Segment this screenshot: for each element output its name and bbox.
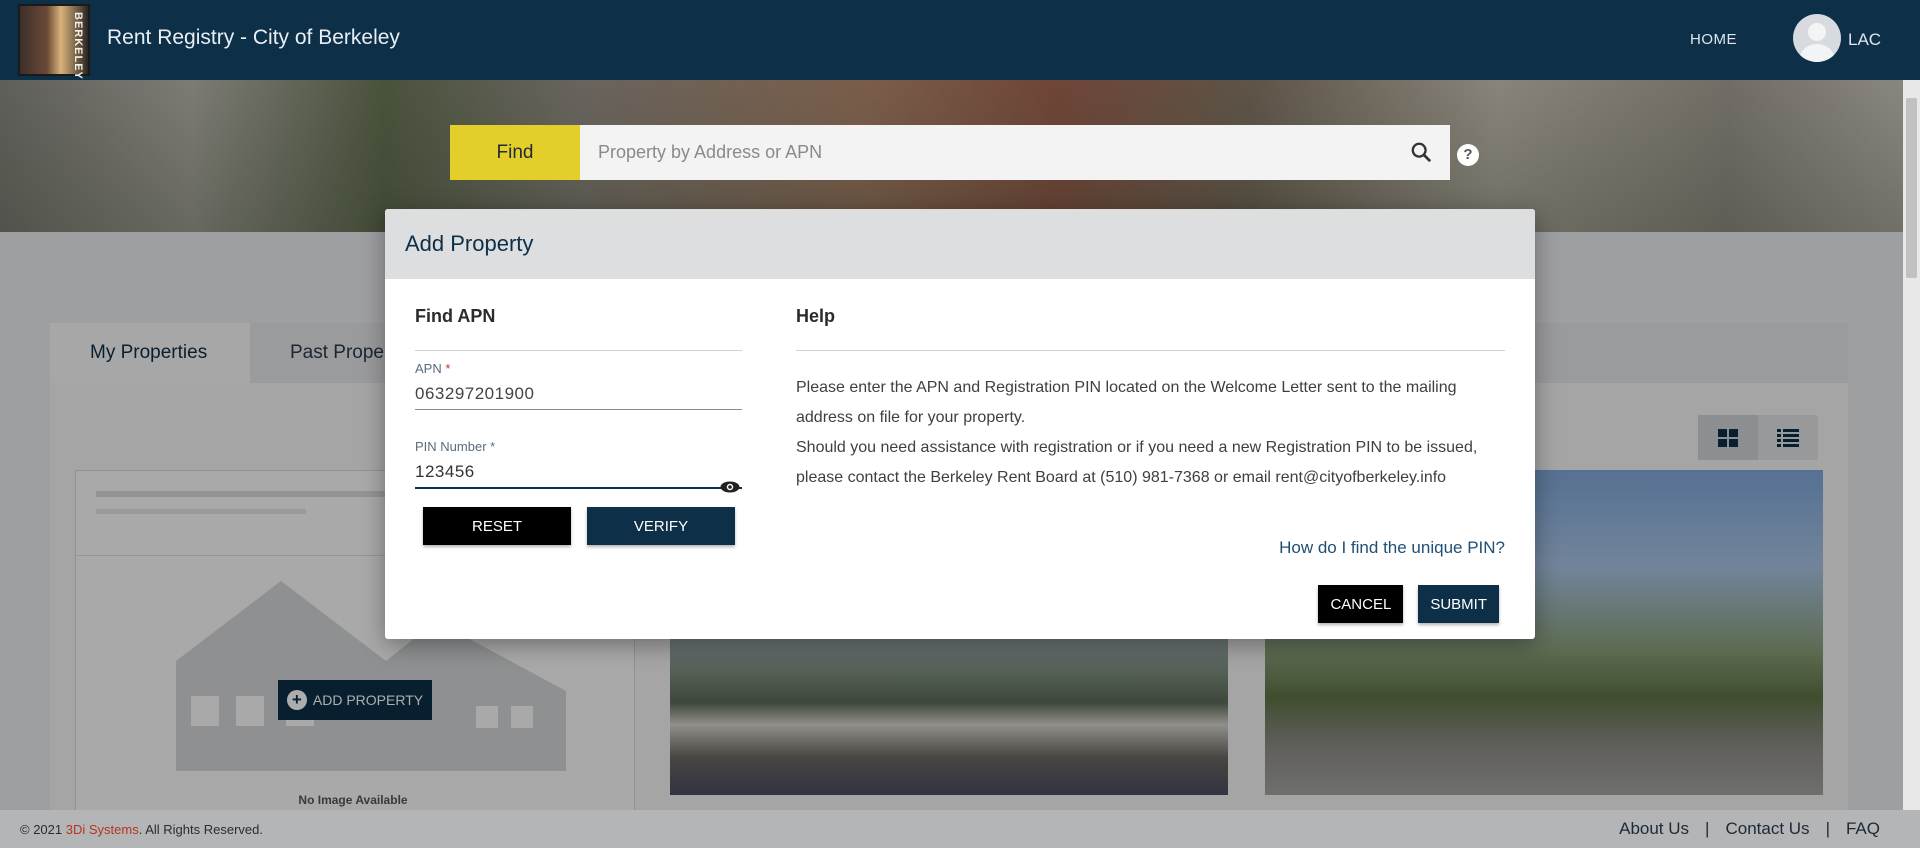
- scrollbar-thumb[interactable]: [1906, 98, 1917, 278]
- pin-field: PIN Number *: [415, 439, 742, 507]
- help-paragraph-2: Should you need assistance with registra…: [796, 439, 1478, 486]
- brand-link[interactable]: 3Di Systems: [66, 822, 139, 837]
- footer-separator: |: [1825, 819, 1830, 838]
- help-icon[interactable]: ?: [1457, 144, 1479, 166]
- contact-us-link[interactable]: Contact Us: [1725, 819, 1809, 839]
- section-divider: [415, 350, 742, 351]
- apn-input[interactable]: [415, 376, 742, 410]
- verify-button[interactable]: VERIFY: [587, 507, 735, 545]
- footer-separator: |: [1705, 819, 1710, 838]
- help-text: Please enter the APN and Registration PI…: [796, 373, 1505, 493]
- apn-field: APN *: [415, 361, 742, 429]
- property-search-input[interactable]: [580, 125, 1450, 180]
- section-divider: [796, 350, 1505, 351]
- copyright-text: © 2021 3Di Systems. All Rights Reserved.: [20, 822, 263, 837]
- apn-button-row: RESET VERIFY: [415, 507, 742, 545]
- property-search-bar: Find: [450, 125, 1450, 180]
- logo-text: BERKELEY: [72, 12, 84, 80]
- pin-input[interactable]: [415, 454, 742, 489]
- reset-button[interactable]: RESET: [423, 507, 571, 545]
- page-scrollbar[interactable]: [1903, 80, 1920, 810]
- help-paragraph-1: Please enter the APN and Registration PI…: [796, 379, 1457, 426]
- about-us-link[interactable]: About Us: [1619, 819, 1689, 839]
- user-avatar-icon[interactable]: [1793, 14, 1841, 62]
- required-marker: *: [445, 361, 451, 376]
- help-section: Help Please enter the APN and Registrati…: [796, 306, 1505, 557]
- nav-home-link[interactable]: HOME: [1690, 31, 1737, 48]
- footer-links: About Us | Contact Us | FAQ: [1619, 819, 1880, 839]
- search-icon[interactable]: [1410, 141, 1432, 163]
- app-title: Rent Registry - City of Berkeley: [107, 26, 400, 49]
- top-navigation-bar: BERKELEY Rent Registry - City of Berkele…: [0, 0, 1920, 80]
- faq-link[interactable]: FAQ: [1846, 819, 1880, 839]
- submit-button[interactable]: SUBMIT: [1418, 585, 1499, 623]
- city-logo[interactable]: BERKELEY: [18, 4, 90, 80]
- pin-label: PIN Number *: [415, 439, 496, 454]
- find-button[interactable]: Find: [450, 125, 580, 180]
- apn-label: APN *: [415, 361, 451, 376]
- find-pin-help-link[interactable]: How do I find the unique PIN?: [1279, 538, 1505, 558]
- add-property-dialog: Add Property Find APN APN * PIN Number *…: [385, 209, 1535, 639]
- page-footer: © 2021 3Di Systems. All Rights Reserved.…: [0, 810, 1920, 848]
- find-apn-section: Find APN APN * PIN Number * RESET VERIFY: [415, 306, 742, 545]
- dialog-title: Add Property: [405, 231, 534, 256]
- cancel-button[interactable]: CANCEL: [1318, 585, 1404, 623]
- user-initials[interactable]: LAC: [1848, 30, 1881, 50]
- find-apn-title: Find APN: [415, 306, 496, 326]
- dialog-header: Add Property: [385, 209, 1535, 279]
- eye-icon[interactable]: [720, 481, 740, 493]
- help-title: Help: [796, 306, 836, 326]
- dialog-actions: CANCEL SUBMIT: [1318, 585, 1499, 623]
